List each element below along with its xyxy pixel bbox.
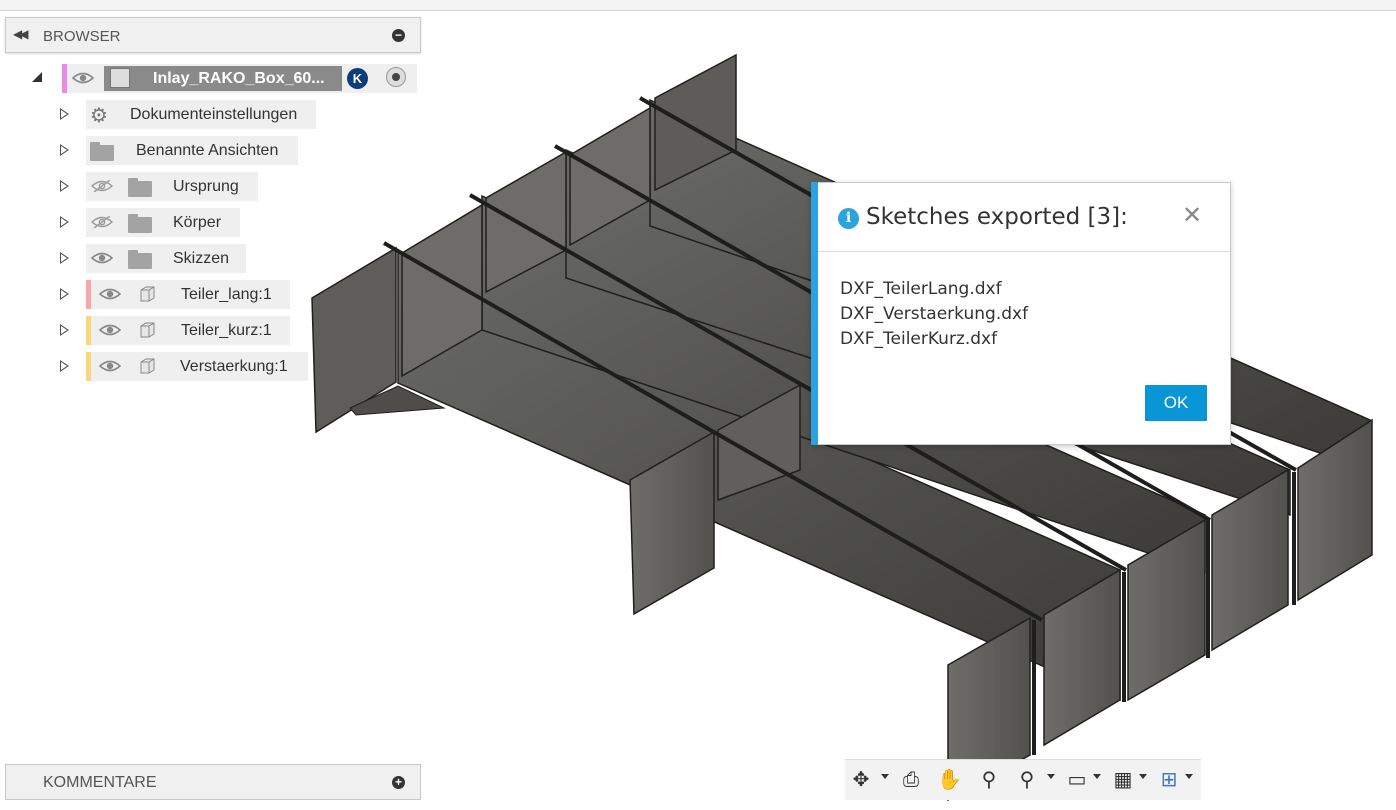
exported-file-item: DXF_Verstaerkung.dxf <box>840 304 1029 324</box>
visibility-eye-icon[interactable] <box>99 324 121 336</box>
comments-panel-header[interactable]: KOMMENTARE + <box>5 764 421 800</box>
exported-file-item: DXF_TeilerLang.dxf <box>840 279 1002 299</box>
hidden-eye-icon[interactable] <box>91 216 113 228</box>
hidden-eye-icon[interactable] <box>91 180 113 192</box>
user-badge-icon[interactable]: K <box>347 68 368 89</box>
tree-item-label: Körper <box>173 214 222 231</box>
collapse-panel-icon[interactable]: ◀◀ <box>13 27 29 41</box>
viewports-icon[interactable]: ⊞ <box>1157 768 1181 792</box>
body-cube-icon <box>140 358 155 374</box>
dialog-title: Sketches exported [3]: <box>866 204 1128 230</box>
add-comment-icon[interactable]: + <box>392 776 405 789</box>
navigation-toolbar: ✥ ⎙ ✋ ⚲ ⚲ ▭ ▦ ⊞ <box>845 759 1201 800</box>
body-color-bar <box>86 352 91 381</box>
expand-icon[interactable] <box>60 324 69 336</box>
expand-icon[interactable] <box>60 360 69 372</box>
pan-icon[interactable]: ✋ <box>937 768 962 792</box>
tree-item-label: Verstaerkung:1 <box>180 358 288 375</box>
gear-icon: ⚙ <box>90 105 108 127</box>
zoom-icon[interactable]: ⚲ <box>977 768 1001 792</box>
tree-item-label: Dokumenteinstellungen <box>130 106 298 123</box>
expand-icon[interactable] <box>60 288 69 300</box>
visibility-eye-icon[interactable] <box>72 72 94 84</box>
tree-item-label: Ursprung <box>173 178 239 195</box>
browser-panel-header[interactable]: ◀◀ BROWSER − <box>5 17 421 53</box>
visibility-eye-icon[interactable] <box>91 252 113 264</box>
close-icon[interactable]: ✕ <box>1182 201 1202 230</box>
expand-icon[interactable] <box>60 180 69 192</box>
expand-icon[interactable] <box>60 144 69 156</box>
info-icon: i <box>838 208 859 229</box>
model-front-wall-4 <box>1211 468 1289 652</box>
chevron-down-icon[interactable] <box>1093 774 1101 779</box>
dialog-header: i Sketches exported [3]: ✕ <box>818 183 1230 252</box>
tree-item-label: Skizzen <box>173 250 230 267</box>
root-component-name[interactable]: Inlay_RAKO_Box_60... <box>104 66 342 91</box>
fit-icon[interactable]: ⚲ <box>1015 768 1039 792</box>
browser-title: BROWSER <box>43 28 121 45</box>
tree-item-label: Benannte Ansichten <box>136 142 279 159</box>
visibility-eye-icon[interactable] <box>99 360 121 372</box>
grid-icon[interactable]: ▦ <box>1111 768 1135 792</box>
root-color-bar <box>62 64 67 93</box>
expand-root-icon[interactable] <box>32 72 42 82</box>
ok-button[interactable]: OK <box>1145 385 1207 421</box>
body-cube-icon <box>140 322 155 338</box>
expand-icon[interactable] <box>60 216 69 228</box>
folder-icon <box>128 250 152 269</box>
body-color-bar <box>86 280 91 309</box>
tree-item-label: Teiler_kurz:1 <box>181 322 272 339</box>
activate-component-icon[interactable] <box>386 67 406 87</box>
tree-item-label: Teiler_lang:1 <box>181 286 272 303</box>
visibility-eye-icon[interactable] <box>99 288 121 300</box>
folder-icon <box>128 214 152 233</box>
look-at-icon[interactable]: ⎙ <box>899 768 923 792</box>
display-settings-icon[interactable]: ▭ <box>1065 768 1089 792</box>
orbit-icon[interactable]: ✥ <box>849 768 873 792</box>
comments-title: KOMMENTARE <box>43 774 157 791</box>
exported-file-item: DXF_TeilerKurz.dxf <box>840 329 998 349</box>
minimize-panel-icon[interactable]: − <box>392 29 405 42</box>
chevron-down-icon[interactable] <box>1185 774 1193 779</box>
chevron-down-icon[interactable] <box>1047 774 1055 779</box>
folder-icon <box>128 178 152 197</box>
body-cube-icon <box>140 286 155 302</box>
document-icon <box>110 68 130 88</box>
chevron-down-icon[interactable] <box>881 774 889 779</box>
dialog-accent-bar <box>811 182 818 445</box>
folder-icon <box>90 142 114 161</box>
expand-icon[interactable] <box>60 108 69 120</box>
expand-icon[interactable] <box>60 252 69 264</box>
chevron-down-icon[interactable] <box>1139 774 1147 779</box>
body-color-bar <box>86 316 91 345</box>
export-message-dialog: i Sketches exported [3]: ✕ DXF_TeilerLan… <box>811 182 1231 445</box>
